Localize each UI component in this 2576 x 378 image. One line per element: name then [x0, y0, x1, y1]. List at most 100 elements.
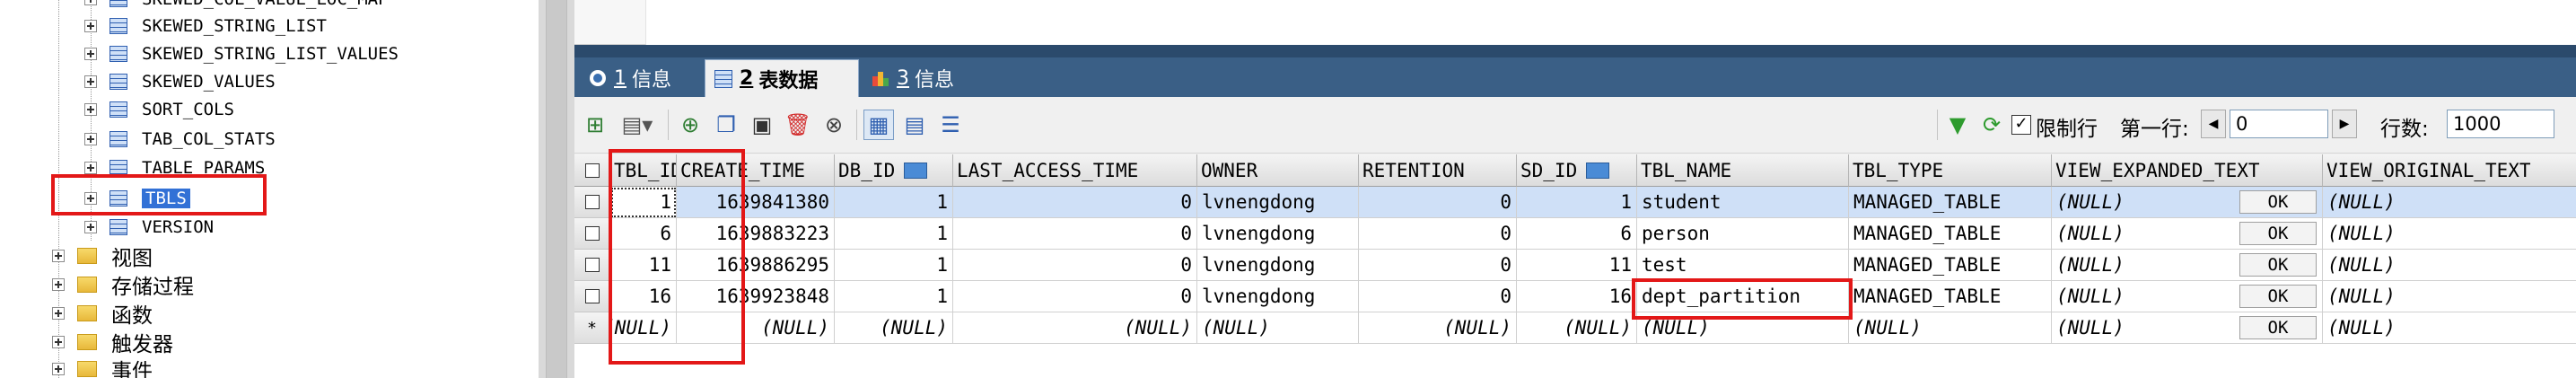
expand-icon[interactable]	[84, 133, 97, 145]
expand-icon[interactable]	[84, 192, 97, 205]
table-cell[interactable]: (NULL)	[1359, 312, 1517, 344]
tree-item-table[interactable]: TABLE_PARAMS	[84, 154, 265, 181]
table-cell[interactable]: 1	[835, 250, 953, 281]
table-cell[interactable]: 1639841380	[677, 187, 835, 218]
column-header-view-expanded-text[interactable]: VIEW_EXPANDED_TEXT	[2052, 154, 2323, 187]
table-cell[interactable]: (NULL)	[835, 312, 953, 344]
table-cell[interactable]: (NULL) OK	[2052, 281, 2323, 312]
grid-view-icon[interactable]: ▦	[863, 110, 894, 140]
table-cell[interactable]: (NULL)	[2323, 312, 2576, 344]
column-header-tbl-type[interactable]: TBL_TYPE	[1849, 154, 2052, 187]
vertical-scrollbar[interactable]	[546, 0, 567, 378]
expand-icon[interactable]	[52, 336, 65, 348]
text-view-icon[interactable]: ☰	[935, 110, 966, 140]
expand-icon[interactable]	[52, 363, 65, 375]
insert-row-icon[interactable]: ⊞	[580, 110, 610, 140]
cell-ok-button[interactable]: OK	[2239, 253, 2317, 277]
table-cell[interactable]: 6	[610, 218, 677, 250]
tree-item-table[interactable]: SORT_COLS	[84, 96, 234, 123]
tree-item-table[interactable]: SKEWED_VALUES	[84, 68, 276, 95]
save-icon[interactable]: ▣	[747, 110, 777, 140]
table-cell[interactable]: (NULL)	[1517, 312, 1637, 344]
table-cell[interactable]: (NULL)	[2323, 250, 2576, 281]
table-cell[interactable]: student	[1637, 187, 1849, 218]
query-editor-area[interactable]	[574, 0, 2576, 45]
column-header-view-original-text[interactable]: VIEW_ORIGINAL_TEXT	[2323, 154, 2576, 187]
select-all-header[interactable]	[574, 154, 610, 187]
expand-icon[interactable]	[52, 250, 65, 262]
duplicate-icon[interactable]: ❐	[711, 110, 741, 140]
tree-item-table[interactable]: VERSION	[84, 214, 214, 241]
row-selector[interactable]	[574, 187, 610, 218]
table-cell[interactable]: lvnengdong	[1197, 250, 1359, 281]
cell-ok-button[interactable]: OK	[2239, 316, 2317, 339]
table-cell[interactable]: 11	[1517, 250, 1637, 281]
table-cell[interactable]: 0	[953, 187, 1197, 218]
tree-folder-events[interactable]: 事件	[52, 356, 153, 378]
column-header-create-time[interactable]: CREATE_TIME	[677, 154, 835, 187]
tab-info-3[interactable]: 3 信息	[863, 59, 988, 97]
table-cell[interactable]: (NULL)	[1637, 312, 1849, 344]
previous-page-button[interactable]: ◀	[2201, 110, 2226, 138]
column-header-tbl-id[interactable]: TBL_ID	[610, 154, 677, 187]
table-cell[interactable]: MANAGED_TABLE	[1849, 187, 2052, 218]
table-cell[interactable]: lvnengdong	[1197, 281, 1359, 312]
splitter[interactable]	[539, 0, 574, 378]
delete-icon[interactable]: 🗑	[783, 110, 813, 140]
row-count-input[interactable]	[2447, 110, 2554, 138]
tree-folder-functions[interactable]: 函数	[52, 300, 153, 328]
table-cell[interactable]: (NULL)	[610, 312, 677, 344]
table-cell[interactable]: 1	[835, 218, 953, 250]
table-cell[interactable]: 1	[1517, 187, 1637, 218]
column-header-tbl-name[interactable]: TBL_NAME	[1637, 154, 1849, 187]
refresh-icon[interactable]: ⟳	[1976, 110, 2007, 140]
tree-item-tbls-selected[interactable]: TBLS	[84, 185, 190, 212]
column-header-db-id[interactable]: DB_ID	[835, 154, 953, 187]
table-cell[interactable]: (NULL)	[1197, 312, 1359, 344]
expand-icon[interactable]	[84, 221, 97, 233]
new-row-marker[interactable]: *	[574, 312, 610, 344]
table-cell[interactable]: 1639883223	[677, 218, 835, 250]
table-cell[interactable]: 0	[953, 250, 1197, 281]
table-cell[interactable]: 1	[610, 187, 677, 218]
filter-icon[interactable]: ▼	[1942, 110, 1973, 140]
table-cell[interactable]: 0	[1359, 281, 1517, 312]
table-cell[interactable]: 6	[1517, 218, 1637, 250]
table-cell[interactable]: person	[1637, 218, 1849, 250]
column-header-last-access-time[interactable]: LAST_ACCESS_TIME	[953, 154, 1197, 187]
row-checkbox[interactable]	[584, 226, 600, 241]
row-selector[interactable]	[574, 281, 610, 312]
tree-item-table[interactable]: SKEWED_STRING_LIST_VALUES	[84, 40, 399, 67]
table-cell[interactable]: (NULL)	[953, 312, 1197, 344]
expand-icon[interactable]	[52, 307, 65, 320]
expand-icon[interactable]	[84, 20, 97, 32]
column-header-retention[interactable]: RETENTION	[1359, 154, 1517, 187]
splitter-bar[interactable]	[574, 45, 2576, 57]
tree-item-table[interactable]: SKEWED_STRING_LIST	[84, 13, 327, 40]
row-selector[interactable]	[574, 250, 610, 281]
tab-info-1[interactable]: 1 信息	[580, 59, 701, 97]
tab-table-data[interactable]: 2 表数据	[705, 59, 859, 97]
expand-icon[interactable]	[84, 162, 97, 174]
expand-icon[interactable]	[84, 75, 97, 88]
table-cell[interactable]: 1639923848	[677, 281, 835, 312]
table-cell[interactable]: (NULL) OK	[2052, 250, 2323, 281]
tree-item-partial[interactable]: SKEWED_COL_VALUE_LOC_MAP	[84, 0, 389, 13]
table-cell[interactable]: (NULL)	[2323, 218, 2576, 250]
table-cell[interactable]: lvnengdong	[1197, 218, 1359, 250]
table-cell[interactable]: 1639886295	[677, 250, 835, 281]
table-cell[interactable]: MANAGED_TABLE	[1849, 250, 2052, 281]
tree-folder-procedures[interactable]: 存储过程	[52, 271, 194, 299]
table-cell[interactable]: test	[1637, 250, 1849, 281]
tree-folder-triggers[interactable]: 触发器	[52, 329, 173, 356]
table-cell[interactable]: 0	[1359, 250, 1517, 281]
export-dropdown-icon[interactable]: ▤▾	[614, 110, 661, 140]
cancel-changes-icon[interactable]: ⊗	[819, 110, 849, 140]
table-cell[interactable]: 16	[1517, 281, 1637, 312]
row-checkbox[interactable]	[584, 195, 600, 209]
table-cell[interactable]: MANAGED_TABLE	[1849, 281, 2052, 312]
expand-icon[interactable]	[84, 0, 97, 5]
first-row-input[interactable]	[2230, 110, 2328, 138]
next-page-button[interactable]: ▶	[2332, 110, 2357, 138]
table-cell[interactable]: 16	[610, 281, 677, 312]
